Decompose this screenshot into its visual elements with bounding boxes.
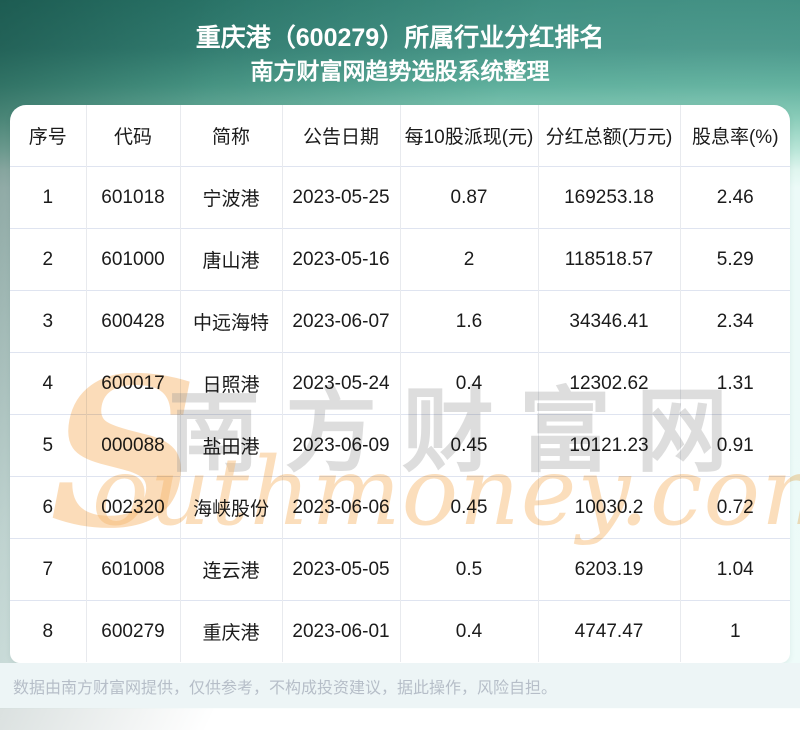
table-cell: 2023-05-24	[282, 352, 401, 415]
table-cell: 12302.62	[538, 352, 681, 415]
table-cell: 2023-05-05	[282, 538, 401, 601]
table-cell: 169253.18	[538, 166, 681, 229]
table-cell: 8	[10, 600, 87, 662]
table-cell: 1.31	[680, 352, 790, 415]
table-cell: 6	[10, 476, 87, 539]
table-cell: 0.87	[400, 166, 539, 229]
col-header: 股息率(%)	[691, 127, 779, 148]
table-cell: 600017	[86, 352, 181, 415]
table-cell: 唐山港	[180, 228, 283, 291]
table-cell: 日照港	[180, 352, 283, 415]
table-cell: 2.34	[680, 290, 790, 353]
table-cell: 盐田港	[180, 414, 283, 477]
table-cell: 0.45	[400, 476, 539, 539]
table-cell: 0.45	[400, 414, 539, 477]
table-cell: 1	[10, 166, 87, 229]
header-row: 序号 代码 简称 公告日期 每10股派现(元) 分红总额(万元) 股息率(%)	[10, 105, 790, 167]
table-cell: 2	[400, 228, 539, 291]
table-cell: 0.4	[400, 600, 539, 662]
page: 重庆港（600279）所属行业分红排名 南方财富网趋势选股系统整理 序号 代码 简称…	[0, 0, 800, 730]
table-cell: 6203.19	[538, 538, 681, 601]
table-cell: 2023-06-06	[282, 476, 401, 539]
table-header: 序号 代码 简称 公告日期 每10股派现(元) 分红总额(万元) 股息率(%)	[10, 105, 790, 167]
table-row: 4 600017 日照港 2023-05-24 0.4 12302.62 1.31	[10, 352, 790, 415]
table-cell: 0.5	[400, 538, 539, 601]
table-cell: 5.29	[680, 228, 790, 291]
table-cell: 10121.23	[538, 414, 681, 477]
table-cell: 118518.57	[538, 228, 681, 291]
disclaimer-text: 数据由南方财富网提供，仅供参考，不构成投资建议，据此操作，风险自担。	[0, 663, 800, 708]
table-cell: 4747.47	[538, 600, 681, 662]
col-header: 简称	[180, 105, 283, 167]
table-cell: 34346.41	[538, 290, 681, 353]
table-cell: 2023-06-07	[282, 290, 401, 353]
table-row: 3 600428 中远海特 2023-06-07 1.6 34346.41 2.34	[10, 290, 790, 353]
table-cell: 2023-05-16	[282, 228, 401, 291]
table-cell: 601008	[86, 538, 181, 601]
table-cell: 600428	[86, 290, 181, 353]
table-cell: 中远海特	[180, 290, 283, 353]
table-cell: 000088	[86, 414, 181, 477]
table-cell: 0.72	[680, 476, 790, 539]
table-cell: 1.04	[680, 538, 790, 601]
page-subtitle: 南方财富网趋势选股系统整理	[250, 58, 550, 84]
col-header: 序号	[10, 105, 87, 167]
table-row: 7 601008 连云港 2023-05-05 0.5 6203.19 1.04	[10, 538, 790, 601]
table-cell: 1	[680, 600, 790, 662]
col-header: 分红总额(万元)	[538, 105, 681, 167]
table-cell: 2.46	[680, 166, 790, 229]
table-cell: 2023-06-01	[282, 600, 401, 662]
table-cell: 0.4	[400, 352, 539, 415]
table-row: 1 601018 宁波港 2023-05-25 0.87 169253.18 2.46	[10, 166, 790, 229]
table-cell: 宁波港	[180, 166, 283, 229]
table-row: 8 600279 重庆港 2023-06-01 0.4 4747.47 1	[10, 600, 790, 662]
table-cell: 4	[10, 352, 87, 415]
table-body: 1 601018 宁波港 2023-05-25 0.87 169253.18 2.46 2 60…	[10, 166, 790, 662]
table-cell: 0.91	[680, 414, 790, 477]
table-cell: 连云港	[180, 538, 283, 601]
table-cell: 600279	[86, 600, 181, 662]
table-row: 6 002320 海峡股份 2023-06-06 0.45 10030.2 0.72	[10, 476, 790, 539]
col-header: 公告日期	[282, 105, 401, 167]
table-cell: 2023-06-09	[282, 414, 401, 477]
table-cell: 2	[10, 228, 87, 291]
table-cell: 5	[10, 414, 87, 477]
table-cell: 601000	[86, 228, 181, 291]
dividend-ranking-table: 序号 代码 简称 公告日期 每10股派现(元) 分红总额(万元) 股息率(%) 1 60101…	[10, 105, 790, 662]
table-row: 2 601000 唐山港 2023-05-16 2 118518.57 5.29	[10, 228, 790, 291]
col-header: 每10股派现(元)	[400, 105, 539, 167]
table-cell: 1.6	[400, 290, 539, 353]
table-cell: 海峡股份	[180, 476, 283, 539]
table-cell: 3	[10, 290, 87, 353]
table-cell: 10030.2	[538, 476, 681, 539]
table-row: 5 000088 盐田港 2023-06-09 0.45 10121.23 0.91	[10, 414, 790, 477]
table-cell: 2023-05-25	[282, 166, 401, 229]
page-title: 重庆港（600279）所属行业分红排名	[195, 24, 605, 52]
table-cell: 7	[10, 538, 87, 601]
table-cell: 601018	[86, 166, 181, 229]
table-cell: 002320	[86, 476, 181, 539]
table-cell: 重庆港	[180, 600, 283, 662]
hero-banner: 重庆港（600279）所属行业分红排名 南方财富网趋势选股系统整理	[0, 0, 800, 105]
col-header: 代码	[86, 105, 181, 167]
dividend-table-card: 序号 代码 简称 公告日期 每10股派现(元) 分红总额(万元) 股息率(%) 1 60101…	[10, 105, 790, 663]
